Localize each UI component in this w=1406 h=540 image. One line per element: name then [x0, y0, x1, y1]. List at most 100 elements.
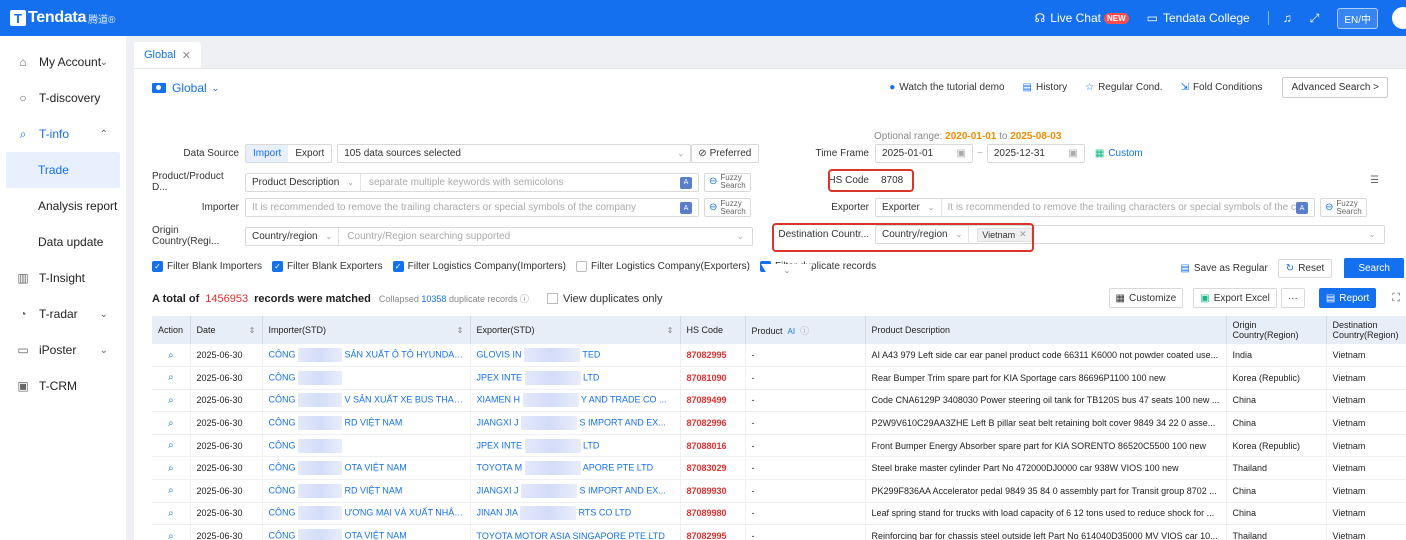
cell-importer[interactable]: CÔNG — [262, 434, 471, 458]
sort-icon[interactable]: ⇕ — [249, 326, 256, 335]
scope-selector[interactable]: Global ⌄ — [152, 81, 219, 95]
sidebar-item-iposter[interactable]: ▭ iPoster ⌄ — [0, 332, 126, 368]
sidebar-item-t-discovery[interactable]: ○ T-discovery — [0, 80, 126, 116]
sidebar-item-trade[interactable]: Trade — [6, 152, 120, 188]
cell-hs-code[interactable]: 87082996 — [680, 411, 746, 435]
collapse-toggle[interactable]: ⌄ — [761, 264, 813, 276]
view-icon[interactable]: ⌕ — [152, 502, 191, 526]
exporter-select[interactable]: Exporter ⌄ — [876, 199, 942, 216]
sidebar-item-my-account[interactable]: ⌂ My Account ⌄ — [0, 44, 126, 80]
college-link[interactable]: ▭ Tendata College — [1147, 11, 1250, 25]
cell-importer[interactable]: CÔNG — [262, 366, 471, 390]
cell-importer[interactable]: CÔNG RD VIỆT NAM — [262, 411, 471, 435]
fullscreen-button[interactable]: ⤢ — [1310, 11, 1320, 26]
sort-icon[interactable]: ⇕ — [667, 326, 674, 335]
cell-importer[interactable]: CÔNG ƯƠNG MẠI VÀ XUẤT NHẬP ... — [262, 502, 471, 526]
sidebar-item-analysis-report[interactable]: Analysis report — [0, 188, 126, 224]
sidebar-item-t-info[interactable]: ⌕ T-info ⌃ — [0, 116, 126, 152]
filter-blank-importers-checkbox[interactable]: ✓ Filter Blank Importers — [152, 261, 262, 272]
table-row[interactable]: ⌕ 2025-06-30 CÔNG SẢN XUẤT Ô TÔ HYUNDAI ..… — [152, 344, 1406, 368]
sidebar-item-t-radar[interactable]: ◔ T-radar ⌄ — [0, 296, 126, 332]
fold-conditions-link[interactable]: ⇲ Fold Conditions — [1181, 82, 1263, 93]
fuzzy-search-toggle[interactable]: ⊖ Fuzzy Search — [1320, 198, 1367, 217]
filter-blank-exporters-checkbox[interactable]: ✓ Filter Blank Exporters — [272, 261, 383, 272]
more-button[interactable]: ··· — [1280, 288, 1305, 308]
avatar[interactable] — [1392, 7, 1406, 29]
logo[interactable]: T Tendata 腾道® — [10, 9, 115, 27]
hs-code-input[interactable]: 8708 ☰ — [875, 171, 1385, 190]
tab-global[interactable]: Global ✕ — [134, 42, 202, 68]
cell-exporter[interactable]: JIANGXI J S IMPORT AND EX... — [470, 411, 681, 435]
cell-exporter[interactable]: GLOVIS IN TED — [470, 344, 681, 368]
origin-input[interactable]: Country/region ⌄ Country/Region searchin… — [245, 226, 753, 246]
cell-hs-code[interactable]: 87081090 — [680, 366, 746, 390]
cell-exporter[interactable]: TOYOTA MOTOR ASIA SINGAPORE PTE LTD — [470, 524, 681, 540]
table-row[interactable]: ⌕ 2025-06-30 CÔNG RD VIỆT NAM JIANGXI J S I… — [152, 411, 1406, 435]
table-row[interactable]: ⌕ 2025-06-30 CÔNG OTA VIỆT NAM TOYOTA M APO… — [152, 456, 1406, 481]
filter-logistics-importers-checkbox[interactable]: ✓ Filter Logistics Company(Importers) — [392, 261, 566, 272]
custom-button[interactable]: ▦ Custom — [1095, 148, 1143, 159]
sidebar-item-t-crm[interactable]: ▣ T-CRM — [0, 368, 126, 404]
cell-hs-code[interactable]: 87088016 — [680, 434, 746, 458]
col-exporter[interactable]: Exporter(STD) ⇕ — [470, 316, 681, 344]
cell-importer[interactable]: CÔNG OTA VIỆT NAM — [262, 456, 471, 481]
advanced-search-button[interactable]: Advanced Search > — [1282, 77, 1388, 98]
view-icon[interactable]: ⌕ — [152, 524, 191, 540]
cell-exporter[interactable]: JINAN JIA RTS CO LTD — [470, 502, 681, 526]
cell-exporter[interactable]: XIAMEN H Y AND TRADE CO ... — [470, 389, 681, 413]
customize-button[interactable]: ▦ Customize — [1108, 288, 1184, 308]
preferred-button[interactable]: ⊘ Preferred — [691, 144, 760, 163]
table-row[interactable]: ⌕ 2025-06-30 CÔNG JPEX INTE LTD 87088016- Fr… — [152, 434, 1406, 458]
table-row[interactable]: ⌕ 2025-06-30 CÔNG RD VIỆT NAM JIANGXI J S I… — [152, 479, 1406, 503]
view-duplicates-checkbox[interactable] — [547, 293, 559, 304]
view-icon[interactable]: ⌕ — [152, 456, 191, 481]
search-button[interactable]: Search — [1344, 258, 1404, 279]
view-icon[interactable]: ⌕ — [152, 344, 191, 368]
product-select[interactable]: Product Description ⌄ — [246, 173, 361, 191]
view-icon[interactable]: ⌕ — [152, 366, 191, 390]
report-button[interactable]: ▤ Report — [1318, 288, 1377, 308]
cell-hs-code[interactable]: 87089980 — [680, 502, 746, 526]
view-icon[interactable]: ⌕ — [152, 411, 191, 435]
date-to-input[interactable]: 2025-12-31 ▣ — [986, 144, 1085, 163]
regular-cond-link[interactable]: ☆ Regular Cond. — [1085, 82, 1162, 93]
importer-input[interactable]: It is recommended to remove the trailing… — [245, 198, 699, 217]
cell-hs-code[interactable]: 87089930 — [680, 479, 746, 503]
list-icon[interactable]: ☰ — [1370, 175, 1379, 186]
col-importer[interactable]: Importer(STD) ⇕ — [262, 316, 471, 344]
cell-importer[interactable]: CÔNG SẢN XUẤT Ô TÔ HYUNDAI ... — [262, 344, 471, 368]
sidebar-item-data-update[interactable]: Data update — [0, 224, 126, 260]
reset-button[interactable]: ↻ Reset — [1277, 259, 1333, 278]
exporter-input[interactable]: Exporter ⌄ It is recommended to remove t… — [875, 198, 1315, 217]
cell-hs-code[interactable]: 87083029 — [680, 456, 746, 481]
export-option[interactable]: Export — [288, 145, 331, 162]
translate-icon[interactable]: A — [680, 176, 692, 189]
history-link[interactable]: ▤ History — [1023, 82, 1068, 93]
filter-logistics-exporters-checkbox[interactable]: Filter Logistics Company(Exporters) — [576, 261, 750, 272]
view-icon[interactable]: ⌕ — [152, 389, 191, 413]
cell-exporter[interactable]: JIANGXI J S IMPORT AND EX... — [470, 479, 681, 503]
cell-hs-code[interactable]: 87082995 — [680, 524, 746, 540]
tutorial-link[interactable]: ● Watch the tutorial demo — [889, 82, 1004, 93]
language-switch[interactable]: EN/中 — [1337, 7, 1378, 29]
cell-hs-code[interactable]: 87089499 — [680, 389, 746, 413]
fuzzy-search-toggle[interactable]: ⊖ Fuzzy Search — [704, 172, 751, 192]
origin-select[interactable]: Country/region ⌄ — [246, 227, 340, 245]
save-regular-button[interactable]: ▤ Save as Regular — [1180, 263, 1267, 274]
product-input[interactable]: Product Description ⌄ separate multiple … — [245, 172, 699, 192]
table-row[interactable]: ⌕ 2025-06-30 CÔNG ƯƠNG MẠI VÀ XUẤT NHẬP ..… — [152, 502, 1406, 526]
close-icon[interactable]: ✕ — [182, 49, 191, 62]
fullscreen-icon[interactable]: ⛶ — [1392, 292, 1400, 305]
notification-button[interactable]: ♫ — [1283, 11, 1292, 25]
view-icon[interactable]: ⌕ — [152, 479, 191, 503]
sidebar-item-t-insight[interactable]: ▥ T-Insight — [0, 260, 126, 296]
date-from-input[interactable]: 2025-01-01 ▣ — [875, 144, 973, 163]
cell-exporter[interactable]: JPEX INTE LTD — [470, 434, 681, 458]
cell-exporter[interactable]: JPEX INTE LTD — [470, 366, 681, 390]
table-row[interactable]: ⌕ 2025-06-30 CÔNG V SẢN XUẤT XE BUS THACO X… — [152, 389, 1406, 413]
cell-importer[interactable]: CÔNG OTA VIỆT NAM — [262, 524, 471, 540]
table-row[interactable]: ⌕ 2025-06-30 CÔNG OTA VIỆT NAM TOYOTA MOTOR… — [152, 524, 1406, 540]
view-icon[interactable]: ⌕ — [152, 434, 191, 458]
fuzzy-search-toggle[interactable]: ⊖ Fuzzy Search — [704, 198, 751, 217]
export-excel-button[interactable]: ▣ Export Excel — [1193, 288, 1277, 308]
